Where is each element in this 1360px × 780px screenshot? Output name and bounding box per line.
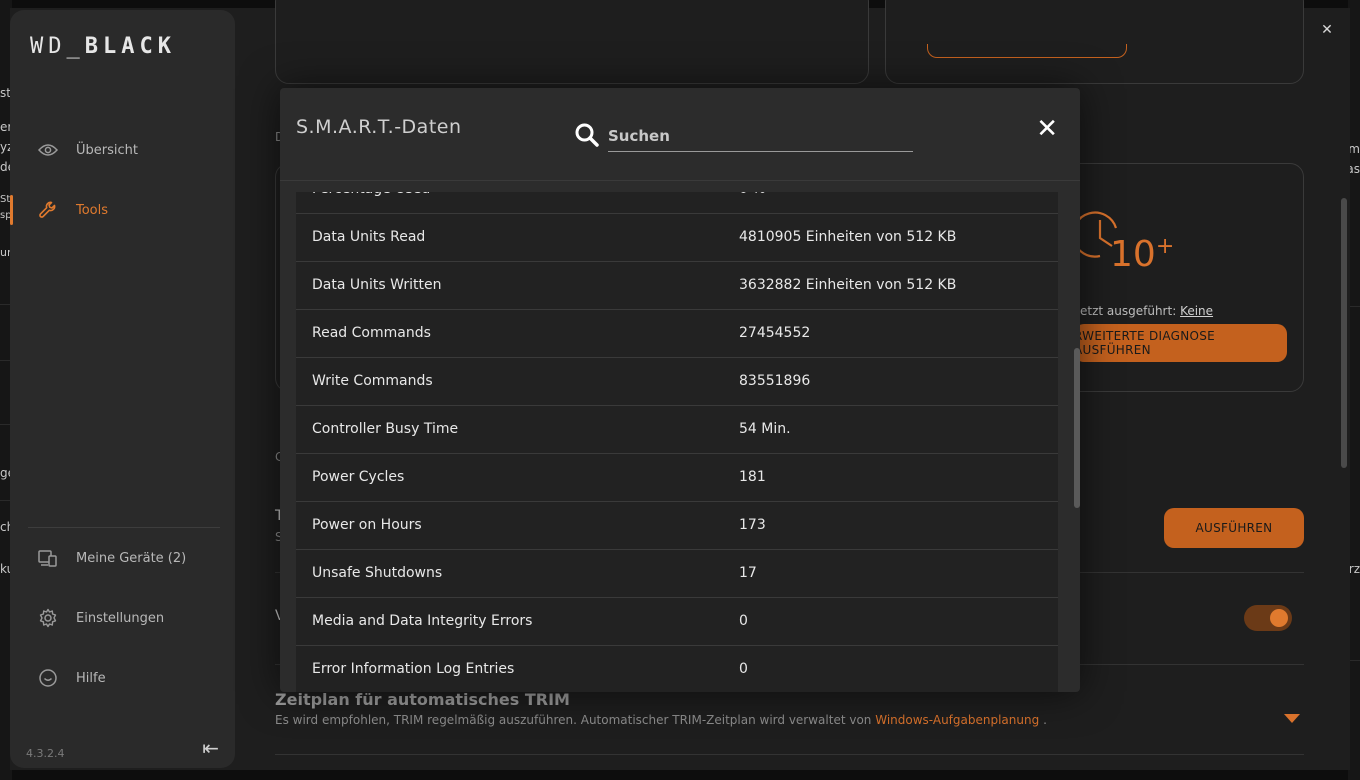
top-card-left [275,0,869,84]
table-row: Data Units Read 4810905 Einheiten von 512… [296,214,1058,262]
logo-text-left: WD_ [30,34,85,59]
table-row: Unsafe Shutdowns 17 [296,550,1058,598]
attribute-name: Unsafe Shutdowns [312,565,443,581]
smart-attribute-list[interactable]: Percentage Used 0 % Data Units Read 481090… [296,192,1058,692]
main-scrollbar[interactable] [1341,198,1347,468]
attribute-name: Read Commands [312,325,431,341]
dialog-scrollbar[interactable] [1074,348,1080,508]
trim-schedule-title: Zeitplan für automatisches TRIM [275,690,570,709]
help-icon [38,668,58,688]
attribute-name: Controller Busy Time [312,421,459,437]
run-button[interactable]: AUSFÜHREN [1164,508,1304,548]
chevron-down-icon[interactable] [1284,714,1300,723]
sidebar-item-overview[interactable]: Übersicht [10,133,235,167]
attribute-name: Error Information Log Entries [312,661,515,677]
attribute-name: Percentage Used [312,192,430,197]
task-scheduler-link[interactable]: Windows-Aufgabenplanung [875,713,1039,727]
close-window-button[interactable]: ✕ [1320,22,1334,38]
sidebar: WD_BLACK Übersicht Tools Meine Geräte (2… [10,10,235,768]
attribute-value: 173 [739,517,766,533]
sidebar-item-label: Tools [76,202,109,218]
sidebar-item-label: Hilfe [76,670,106,686]
row-divider [275,754,1304,755]
attribute-value: 181 [739,469,766,485]
attribute-name: Data Units Read [312,229,426,245]
attribute-value: 83551896 [739,373,811,389]
app-version: 4.3.2.4 [26,747,65,760]
last-run-link[interactable]: Keine [1180,304,1213,318]
table-row: Media and Data Integrity Errors 0 [296,598,1058,646]
attribute-value: 54 Min. [739,421,791,437]
table-row: Power on Hours 173 [296,502,1058,550]
sidebar-item-devices[interactable]: Meine Geräte (2) [10,541,235,575]
last-run-text: etzt ausgeführt: Keine [1080,304,1213,318]
smart-attribute-rows: Percentage Used 0 % Data Units Read 481090… [296,192,1058,692]
table-row: Data Units Written 3632882 Einheiten von … [296,262,1058,310]
sidebar-divider [28,527,220,528]
attribute-name: Power on Hours [312,517,422,533]
logo-text-right: BLACK [84,34,176,59]
attribute-value: 3632882 Einheiten von 512 KB [739,277,957,293]
attribute-name: Write Commands [312,373,433,389]
sidebar-item-label: Übersicht [76,142,138,158]
dialog-header-divider [280,180,1080,181]
gear-icon [38,608,58,628]
attribute-value: 4810905 Einheiten von 512 KB [739,229,957,245]
diagnose-count-sup: + [1155,234,1175,259]
dialog-title: S.M.A.R.T.-Daten [296,116,462,138]
smart-data-dialog: S.M.A.R.T.-Daten ✕ Percentage Used 0 % Da… [280,88,1080,692]
sidebar-item-tools[interactable]: Tools [10,193,235,227]
collapse-sidebar-icon[interactable]: ⇤ [202,736,219,760]
attribute-name: Media and Data Integrity Errors [312,613,533,629]
attribute-value: 0 [739,661,748,677]
table-row: Controller Busy Time 54 Min. [296,406,1058,454]
table-row: Write Commands 83551896 [296,358,1058,406]
attribute-name: Power Cycles [312,469,405,485]
attribute-value: 17 [739,565,757,581]
search-icon [574,122,600,152]
attribute-value: 27454552 [739,325,811,341]
trim-desc-text: Es wird empfohlen, TRIM regelmäßig auszu… [275,713,872,727]
search-input[interactable] [608,120,913,152]
top-card-right [885,0,1304,84]
sidebar-item-label: Meine Geräte (2) [76,550,187,566]
trim-schedule-description: Es wird empfohlen, TRIM regelmäßig auszu… [275,713,1047,727]
app-logo: WD_BLACK [30,34,176,59]
wrench-icon [38,200,58,220]
sidebar-item-help[interactable]: Hilfe [10,661,235,695]
close-dialog-button[interactable]: ✕ [1036,114,1058,144]
extended-diagnose-button[interactable]: RWEITERTE DIAGNOSE AUSFÜHREN [1074,324,1287,362]
toggle-switch[interactable] [1244,605,1292,631]
table-row: Error Information Log Entries 0 [296,646,1058,692]
table-row: Percentage Used 0 % [296,192,1058,214]
devices-icon [38,548,58,568]
table-row: Read Commands 27454552 [296,310,1058,358]
search-bar [574,118,914,154]
trim-desc-suffix: . [1043,713,1047,727]
attribute-value: 0 % [739,192,766,197]
attribute-value: 0 [739,613,748,629]
outlined-button[interactable] [927,44,1127,58]
table-row: Power Cycles 181 [296,454,1058,502]
sidebar-item-settings[interactable]: Einstellungen [10,601,235,635]
eye-icon [38,140,58,160]
diagnose-count-value: 10 [1110,234,1156,275]
last-run-label: etzt ausgeführt: [1080,304,1177,318]
sidebar-item-label: Einstellungen [76,610,165,626]
attribute-name: Data Units Written [312,277,442,293]
